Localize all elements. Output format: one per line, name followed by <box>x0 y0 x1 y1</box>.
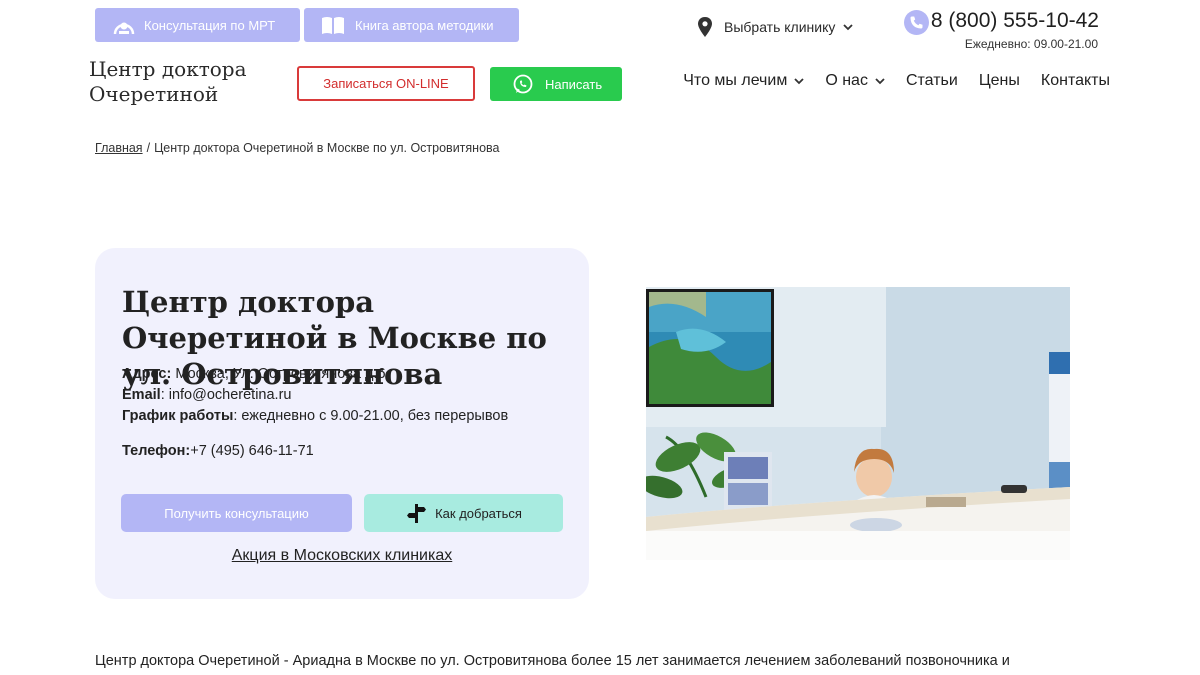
directions-button[interactable]: Как добраться <box>364 494 563 532</box>
whatsapp-icon <box>513 74 533 94</box>
nav-item-label: Что мы лечим <box>683 72 788 89</box>
clinic-email: Email: info@ocheretina.ru <box>122 387 291 403</box>
book-icon <box>322 17 344 34</box>
mri-consultation-button[interactable]: Консультация по МРТ <box>95 8 300 42</box>
write-label: Написать <box>545 76 603 92</box>
clinic-phone: Телефон:+7 (495) 646-11-71 <box>122 443 314 459</box>
clinic-info-card: Центр доктора Очеретиной в Москве по ул.… <box>95 248 589 599</box>
nav-item-about[interactable]: О нас <box>825 72 885 90</box>
nav-item-label: Статьи <box>905 72 958 89</box>
schedule-label: График работы <box>122 408 234 424</box>
chevron-down-icon <box>794 77 804 84</box>
logo-line-1: Центр доктора <box>89 57 247 81</box>
nav-item-label: Цены <box>978 72 1020 89</box>
author-book-button[interactable]: Книга автора методики <box>304 8 519 42</box>
clinic-address: Адрес: Москва, Ул. Островитянова д.6 <box>122 366 386 382</box>
address-label: Адрес: <box>122 366 172 382</box>
write-whatsapp-button[interactable]: Написать <box>490 67 622 101</box>
chevron-down-icon <box>843 23 854 30</box>
breadcrumb: Главная / Центр доктора Очеретиной в Москв… <box>95 141 499 155</box>
mri-scanner-icon <box>113 22 135 35</box>
moscow-promo-link[interactable]: Акция в Московских клиниках <box>95 547 589 565</box>
phone-value[interactable]: +7 (495) 646-11-71 <box>190 443 313 459</box>
phone-label: Телефон: <box>122 443 191 459</box>
logo-line-2: Очеретиной <box>89 82 219 106</box>
nav-item-articles[interactable]: Статьи <box>906 72 958 90</box>
clinic-select[interactable]: Выбрать клинику <box>697 15 854 39</box>
book-online-button[interactable]: Записаться ON-LINE <box>297 66 475 101</box>
clinic-select-label: Выбрать клинику <box>724 19 836 35</box>
breadcrumb-home-link[interactable]: Главная <box>95 141 143 155</box>
address-value: Москва, Ул. Островитянова д.6 <box>171 366 386 382</box>
nav-item-treatments[interactable]: Что мы лечим <box>683 72 804 90</box>
get-consultation-button[interactable]: Получить консультацию <box>121 494 352 532</box>
phone-number[interactable]: 8 (800) 555-10-42 <box>931 9 1099 33</box>
nav-item-contacts[interactable]: Контакты <box>1041 72 1110 90</box>
email-label: Email <box>122 387 161 403</box>
main-nav: Что мы лечим О нас Статьи Цены Контакты <box>683 72 1110 90</box>
chevron-down-icon <box>875 77 885 84</box>
nav-item-prices[interactable]: Цены <box>979 72 1020 90</box>
nav-item-label: О нас <box>825 72 868 89</box>
site-logo[interactable]: Центр доктора Очеретиной <box>89 57 279 107</box>
clinic-description: Центр доктора Очеретиной - Ариадна в Мос… <box>95 653 1010 669</box>
directions-label: Как добраться <box>435 505 522 521</box>
working-hours: Ежедневно: 09.00-21.00 <box>964 37 1098 51</box>
breadcrumb-current: Центр доктора Очеретиной в Москве по ул.… <box>154 141 500 155</box>
signpost-icon <box>407 504 427 523</box>
author-book-label: Книга автора методики <box>355 17 494 33</box>
email-value[interactable]: : info@ocheretina.ru <box>161 387 292 403</box>
nav-item-label: Контакты <box>1040 72 1110 89</box>
schedule-value: : ежедневно с 9.00-21.00, без перерывов <box>233 408 509 424</box>
clinic-reception-photo <box>646 287 1070 560</box>
phone-icon <box>904 10 929 35</box>
clinic-schedule: График работы: ежедневно с 9.00-21.00, б… <box>122 408 508 424</box>
breadcrumb-separator: / <box>146 141 151 155</box>
mri-consultation-label: Консультация по МРТ <box>144 17 276 33</box>
location-pin-icon <box>698 17 712 37</box>
